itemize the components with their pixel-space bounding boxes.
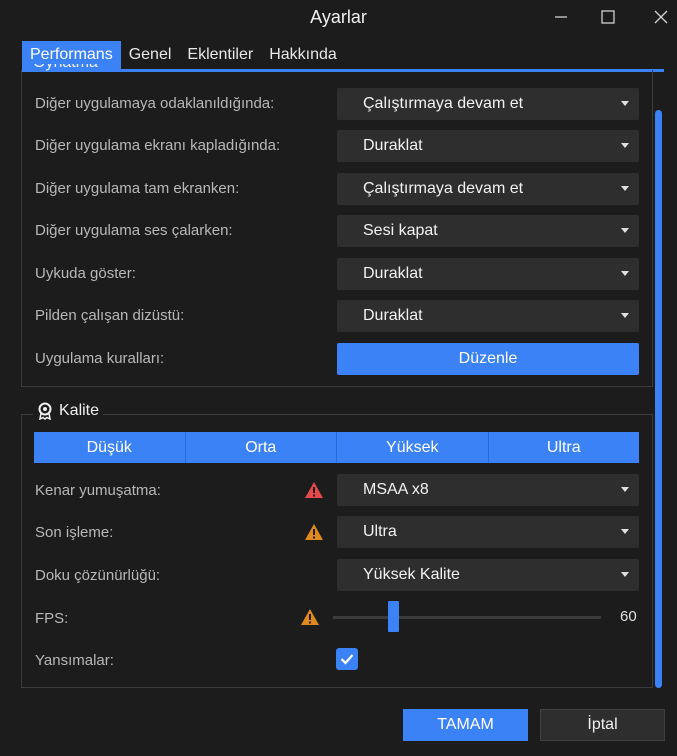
chevron-down-icon: [621, 228, 629, 233]
minimize-button[interactable]: [541, 2, 581, 32]
focus-label: Diğer uygulamaya odaklanıldığında:: [35, 95, 275, 112]
tab-extensions[interactable]: Eklentiler: [179, 41, 261, 69]
playback-title-text: Oynatma: [33, 64, 153, 72]
focus-select-value: Çalıştırmaya devam et: [363, 95, 524, 112]
chevron-down-icon: [621, 487, 629, 492]
sleep-select[interactable]: Duraklat: [337, 258, 639, 290]
texture-label: Doku çözünürlüğü:: [35, 567, 161, 584]
preset-high-button[interactable]: Yüksek: [337, 432, 489, 463]
audio-label: Diğer uygulama ses çalarken:: [35, 222, 233, 239]
minimize-icon: [555, 16, 567, 18]
chevron-down-icon: [621, 529, 629, 534]
maximize-button[interactable]: [588, 2, 628, 32]
award-icon: [38, 402, 52, 420]
fps-value: 60: [620, 608, 637, 625]
antialiasing-select[interactable]: MSAA x8: [337, 474, 639, 506]
chevron-down-icon: [621, 186, 629, 191]
checkmark-icon: [340, 654, 354, 665]
warning-icon: [305, 524, 323, 540]
postprocessing-select[interactable]: Ultra: [337, 516, 639, 548]
battery-select-value: Duraklat: [363, 307, 423, 324]
covered-select-value: Duraklat: [363, 137, 423, 154]
postprocessing-label: Son işleme:: [35, 524, 114, 541]
chevron-down-icon: [621, 143, 629, 148]
quality-preset-selector: Düşük Orta Yüksek Ultra: [34, 432, 639, 463]
battery-label: Pilden çalışan dizüstü:: [35, 307, 185, 324]
reflections-label: Yansımalar:: [35, 652, 114, 669]
preset-low-button[interactable]: Düşük: [34, 432, 186, 463]
cancel-button[interactable]: İptal: [540, 709, 665, 741]
focus-select[interactable]: Çalıştırmaya devam et: [337, 88, 639, 120]
texture-select-value: Yüksek Kalite: [363, 566, 460, 583]
warning-icon: [301, 609, 319, 625]
preset-ultra-button[interactable]: Ultra: [489, 432, 640, 463]
battery-select[interactable]: Duraklat: [337, 300, 639, 332]
title-bar: Ayarlar: [0, 0, 677, 36]
playback-section-title: Oynatma: [33, 64, 153, 73]
chevron-down-icon: [621, 313, 629, 318]
fps-slider-track[interactable]: [333, 616, 601, 619]
quality-title-text: Kalite: [59, 402, 100, 419]
antialiasing-label: Kenar yumuşatma:: [35, 482, 161, 499]
fullscreen-label: Diğer uygulama tam ekranken:: [35, 180, 240, 197]
fullscreen-select[interactable]: Çalıştırmaya devam et: [337, 173, 639, 205]
maximize-icon: [601, 10, 615, 24]
edit-rules-button[interactable]: Düzenle: [337, 343, 639, 375]
sleep-label: Uykuda göster:: [35, 265, 136, 282]
app-rules-label: Uygulama kuralları:: [35, 350, 165, 367]
covered-select[interactable]: Duraklat: [337, 130, 639, 162]
chevron-down-icon: [621, 101, 629, 106]
audio-select[interactable]: Sesi kapat: [337, 215, 639, 247]
tab-about[interactable]: Hakkında: [261, 41, 345, 69]
texture-select[interactable]: Yüksek Kalite: [337, 559, 639, 591]
close-button[interactable]: [641, 2, 677, 32]
fps-label: FPS:: [35, 610, 69, 627]
preset-medium-button[interactable]: Orta: [186, 432, 337, 463]
scrollbar-thumb[interactable]: [655, 110, 662, 688]
fps-slider-thumb[interactable]: [388, 601, 399, 632]
close-icon: [654, 10, 668, 24]
quality-section-title: Kalite: [33, 402, 104, 420]
ok-button[interactable]: TAMAM: [403, 709, 528, 741]
reflections-checkbox[interactable]: [336, 648, 358, 670]
chevron-down-icon: [621, 271, 629, 276]
covered-label: Diğer uygulama ekranı kapladığında:: [35, 137, 281, 154]
fullscreen-select-value: Çalıştırmaya devam et: [363, 180, 524, 197]
audio-select-value: Sesi kapat: [363, 222, 438, 239]
warning-icon: [305, 482, 323, 498]
chevron-down-icon: [621, 572, 629, 577]
antialiasing-select-value: MSAA x8: [363, 481, 429, 498]
postprocessing-select-value: Ultra: [363, 523, 397, 540]
sleep-select-value: Duraklat: [363, 265, 423, 282]
